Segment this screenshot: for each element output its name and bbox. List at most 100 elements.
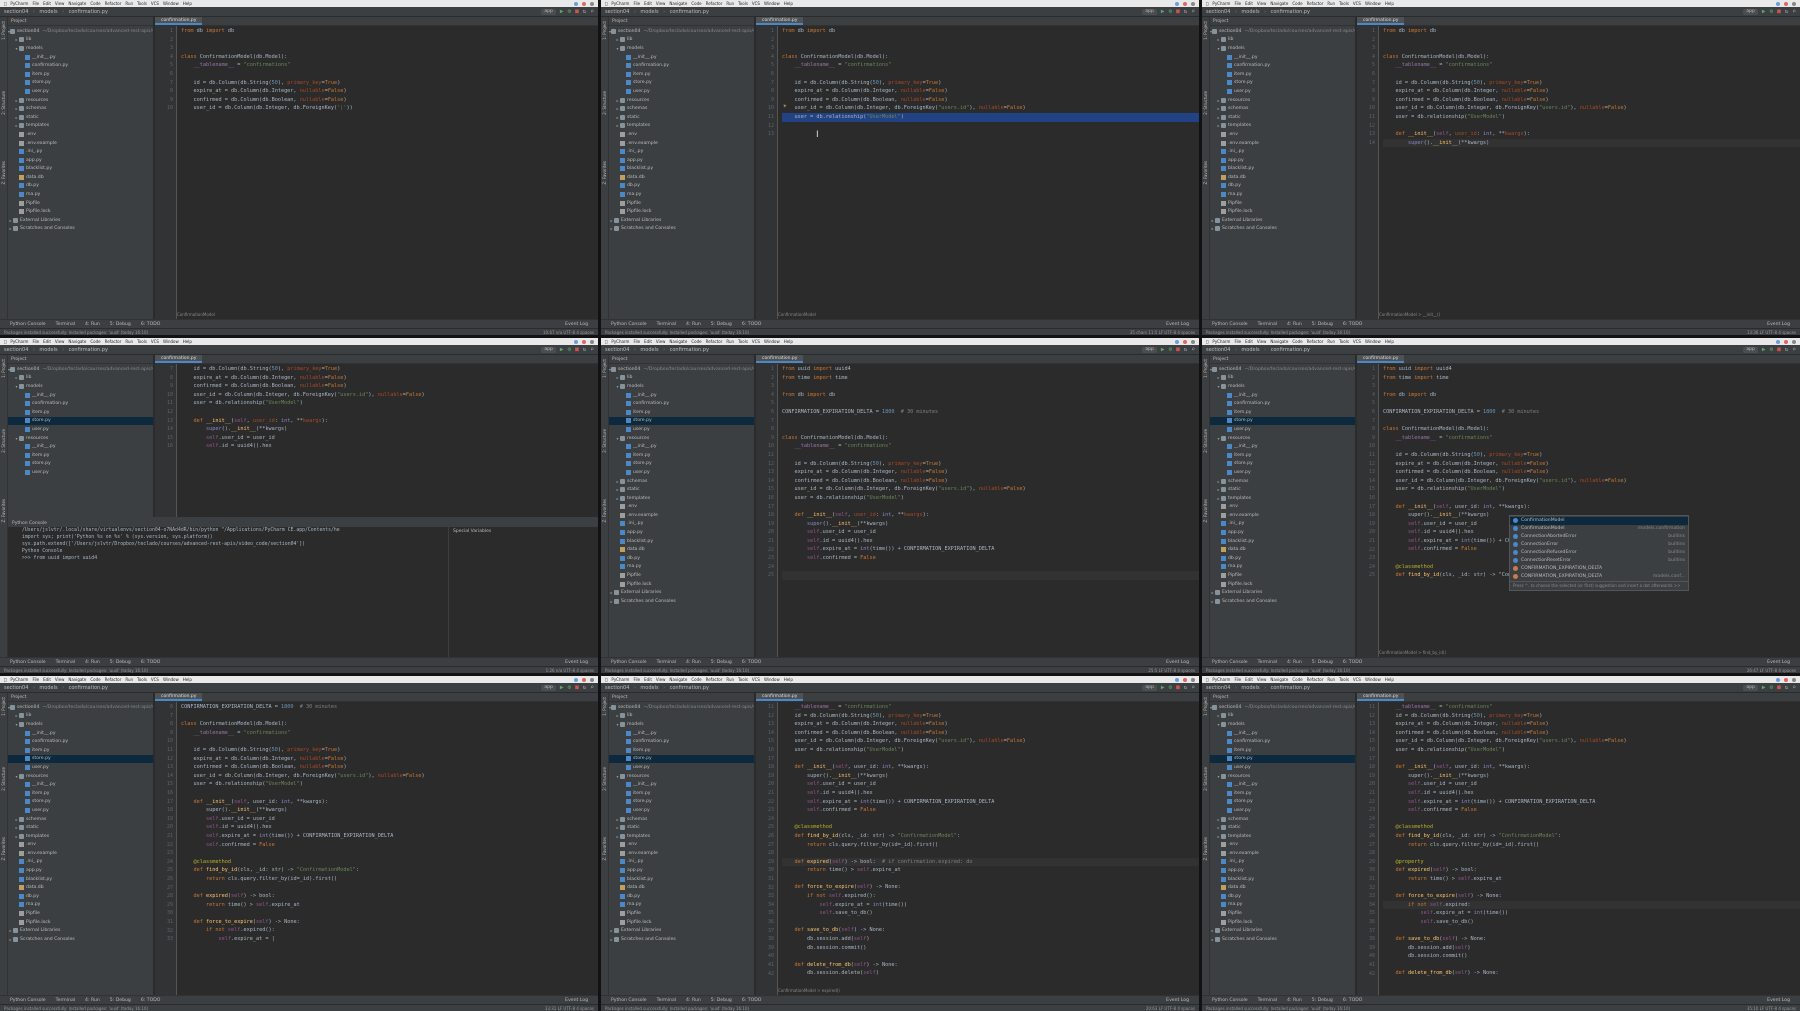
side-tab[interactable]: 2: Structure bbox=[602, 429, 607, 453]
menu-item[interactable]: View bbox=[55, 339, 65, 344]
menu-item[interactable]: View bbox=[656, 339, 666, 344]
tree-file[interactable]: store.py bbox=[8, 754, 153, 764]
tree-file[interactable]: blacklist.py bbox=[609, 875, 754, 884]
tool-tab[interactable]: Python Console bbox=[1212, 322, 1248, 327]
tree-folder[interactable]: ▾ models bbox=[1210, 44, 1355, 53]
code-area[interactable]: __tablename__ = "confirmations" id = db.… bbox=[778, 702, 1199, 995]
tree-file[interactable]: Pipfile bbox=[609, 571, 754, 580]
menu-item[interactable]: VCS bbox=[1353, 1, 1361, 6]
breadcrumb-file[interactable]: confirmation.py bbox=[1271, 347, 1310, 353]
project-label[interactable]: Project bbox=[612, 357, 627, 362]
tree-file[interactable]: Pipfile bbox=[609, 909, 754, 918]
menu-item[interactable]: PyCharm bbox=[611, 1, 629, 6]
menu-item[interactable]: File bbox=[1234, 339, 1241, 344]
debug-icon[interactable]: ⚙ bbox=[1169, 684, 1173, 691]
event-log-button[interactable]: Event Log bbox=[1166, 998, 1189, 1003]
run-icon[interactable]: ▶ bbox=[560, 8, 564, 15]
breadcrumb-folder[interactable]: models bbox=[1241, 685, 1259, 691]
tree-file[interactable]: db.py bbox=[8, 892, 153, 901]
menu-item[interactable]: File bbox=[32, 1, 39, 6]
menu-item[interactable]: File bbox=[32, 339, 39, 344]
side-tab[interactable]: Z: Favorites bbox=[1, 499, 6, 522]
tree-folder[interactable]: ▸ resources bbox=[609, 96, 754, 105]
menu-item[interactable]: Refactor bbox=[1307, 1, 1324, 6]
tree-file[interactable]: ma.py bbox=[1210, 190, 1355, 199]
stop-icon[interactable]: ■ bbox=[575, 346, 579, 353]
tree-file[interactable]: item.py bbox=[1210, 408, 1355, 417]
menu-item[interactable]: PyCharm bbox=[1212, 339, 1230, 344]
tree-folder[interactable]: ▸ lib bbox=[8, 374, 153, 383]
code-area[interactable]: from uuid import uuid4 from time import t… bbox=[778, 364, 1199, 657]
run-icon[interactable]: ▶ bbox=[1161, 684, 1165, 691]
tree-folder[interactable]: ▸ Scratches and Consoles bbox=[609, 935, 754, 944]
tool-tab[interactable]: 5: Debug bbox=[711, 998, 732, 1003]
side-tab[interactable]: Z: Favorites bbox=[1, 837, 6, 860]
debug-icon[interactable]: ⚙ bbox=[1770, 346, 1774, 353]
menu-item[interactable]: Edit bbox=[1245, 677, 1253, 682]
tree-file[interactable]: .env bbox=[1210, 130, 1355, 139]
tool-tab[interactable]: 4: Run bbox=[1287, 660, 1302, 665]
search-icon[interactable]: ⌕ bbox=[1191, 8, 1195, 15]
tree-file[interactable]: .ini_.py bbox=[1210, 520, 1355, 529]
tree-file[interactable]: Pipfile bbox=[8, 909, 153, 918]
run-icon[interactable]: ▶ bbox=[560, 684, 564, 691]
tool-tab[interactable]: Terminal bbox=[1258, 998, 1277, 1003]
breadcrumb-project[interactable]: section04 bbox=[1206, 9, 1230, 15]
tree-file[interactable]: data.db bbox=[8, 883, 153, 892]
side-tab[interactable]: Z: Favorites bbox=[1203, 837, 1208, 860]
menu-item[interactable]: Code bbox=[1292, 1, 1302, 6]
tree-file[interactable]: .ini_.py bbox=[609, 520, 754, 529]
menu-item[interactable]: File bbox=[633, 1, 640, 6]
tree-folder[interactable]: ▸ schemas bbox=[1210, 815, 1355, 824]
debug-icon[interactable]: ⚙ bbox=[568, 684, 572, 691]
menu-item[interactable]: Edit bbox=[644, 339, 652, 344]
tree-file[interactable]: Pipfile.lock bbox=[1210, 580, 1355, 589]
tree-file[interactable]: __init__.py bbox=[609, 729, 754, 738]
breadcrumb-project[interactable]: section04 bbox=[4, 9, 28, 15]
menu-item[interactable]: Run bbox=[726, 1, 734, 6]
tree-file[interactable]: Pipfile.lock bbox=[8, 918, 153, 927]
tree-file[interactable]: db.py bbox=[609, 554, 754, 563]
side-tab[interactable]: 2: Structure bbox=[1, 429, 6, 453]
menu-item[interactable]: Tools bbox=[137, 1, 147, 6]
tab-confirmation-py[interactable]: confirmation.py bbox=[1357, 355, 1405, 363]
debug-icon[interactable]: ⚙ bbox=[1770, 8, 1774, 15]
code-area[interactable]: CONFIRMATION_EXPIRATION_DELTA = 1800 # 3… bbox=[177, 702, 598, 995]
autocomplete-item[interactable]: ConfirmationModel models.confirmation bbox=[1510, 525, 1688, 533]
tree-file[interactable]: user.py bbox=[8, 87, 153, 96]
tree-file[interactable]: __init__.py bbox=[8, 729, 153, 738]
menu-item[interactable]: PyCharm bbox=[10, 1, 28, 6]
menu-item[interactable]: PyCharm bbox=[1212, 1, 1230, 6]
tree-file[interactable]: blacklist.py bbox=[8, 875, 153, 884]
tool-tab[interactable]: 5: Debug bbox=[110, 660, 131, 665]
menu-item[interactable]: View bbox=[1257, 677, 1267, 682]
tree-file[interactable]: Pipfile bbox=[8, 199, 153, 208]
run-icon[interactable]: ▶ bbox=[1161, 8, 1165, 15]
menu-item[interactable]: PyCharm bbox=[611, 677, 629, 682]
breadcrumb-folder[interactable]: models bbox=[1241, 347, 1259, 353]
breadcrumb-project[interactable]: section04 bbox=[1206, 347, 1230, 353]
menu-item[interactable]: Window bbox=[163, 339, 179, 344]
tool-tab[interactable]: 4: Run bbox=[85, 998, 100, 1003]
tree-file[interactable]: db.py bbox=[609, 182, 754, 191]
tree-folder[interactable]: ▸ schemas bbox=[609, 104, 754, 113]
search-icon[interactable]: ⌕ bbox=[590, 346, 594, 353]
tool-tab[interactable]: 6: TODO bbox=[742, 322, 762, 327]
breadcrumb-project[interactable]: section04 bbox=[4, 347, 28, 353]
debug-icon[interactable]: ⚙ bbox=[1169, 346, 1173, 353]
tool-tab[interactable]: 4: Run bbox=[686, 660, 701, 665]
tree-folder[interactable]: ▸ External Libraries bbox=[1210, 926, 1355, 935]
run-config-select[interactable]: app bbox=[541, 684, 556, 691]
side-tab[interactable]: 1: Project bbox=[1, 697, 6, 716]
side-tab[interactable]: 2: Structure bbox=[1, 91, 6, 115]
tree-file[interactable]: store.py bbox=[8, 798, 153, 807]
menu-item[interactable]: Refactor bbox=[105, 677, 122, 682]
tree-folder[interactable]: ▸ lib bbox=[8, 712, 153, 721]
tree-root[interactable]: ▾ section04 ~/Dropbox/teclado/courses/adva… bbox=[8, 703, 153, 712]
tree-folder[interactable]: ▸ lib bbox=[609, 36, 754, 45]
side-tab[interactable]: 2: Structure bbox=[602, 767, 607, 791]
tree-file[interactable]: item.py bbox=[609, 70, 754, 79]
tree-file[interactable]: store.py bbox=[1210, 798, 1355, 807]
rerun-icon[interactable]: ↻ bbox=[1785, 8, 1789, 15]
tree-file[interactable]: .env.example bbox=[609, 511, 754, 520]
